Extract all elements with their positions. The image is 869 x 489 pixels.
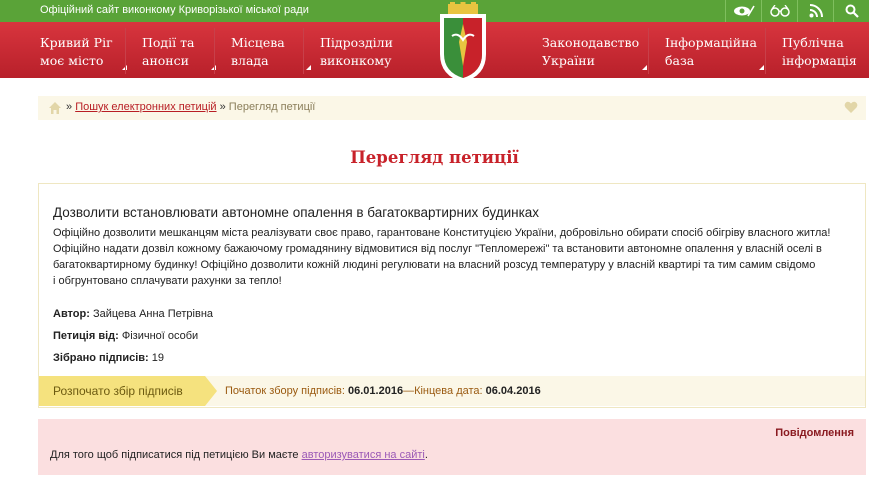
nav-label: Події та [142, 35, 195, 50]
status-badge: Розпочато збір підписів [39, 376, 217, 406]
petition-status-row: Розпочато збір підписів Початок збору пі… [39, 376, 865, 406]
start-date-label: Початок збору підписів: [225, 385, 345, 397]
end-date-value: 06.04.2016 [485, 385, 541, 397]
nav-item-legislation[interactable]: Законодавство України [542, 34, 648, 70]
breadcrumb-separator: » [66, 101, 73, 113]
nav-item-city[interactable]: Кривий Ріг моє місто [40, 34, 127, 70]
end-date-label: Кінцева дата: [414, 385, 483, 397]
petition-text-line: Офіційно надати дозвіл кожному бажаючому… [53, 243, 822, 255]
nav-corner-icon [305, 65, 311, 70]
nav-label: Місцева [231, 35, 285, 50]
nav-label: Законодавство [542, 35, 640, 50]
from-label: Петиція від: [53, 330, 119, 342]
petition-title: Дозволити встановлювати автономне опален… [53, 205, 540, 220]
heart-icon[interactable] [844, 101, 858, 114]
notice-box: Повідомлення Для того щоб підписатися пі… [38, 419, 866, 475]
nav-item-local-government[interactable]: Місцева влада [231, 34, 311, 70]
rss-icon[interactable] [797, 0, 833, 22]
nav-label: анонси [142, 53, 189, 68]
top-icons [725, 0, 869, 22]
nav-label: України [542, 53, 595, 68]
signatures-label: Зібрано підписів: [53, 352, 149, 364]
author-value: Зайцева Анна Петрівна [92, 308, 214, 320]
nav-label: влада [231, 53, 269, 68]
low-vision-icon[interactable] [725, 0, 761, 22]
petition-text: Офіційно дозволити мешканцям міста реалі… [53, 225, 843, 289]
login-link[interactable]: авторизуватися на сайті [302, 449, 425, 461]
nav-label: інформація [782, 53, 857, 68]
petition-signatures: Зібрано підписів: 19 [53, 352, 164, 364]
nav-label: Кривий Ріг [40, 35, 113, 50]
petition-text-line: і обгрунтовано сплачувати рахунки за теп… [53, 275, 282, 287]
petition-text-line: Офіційно дозволити мешканцям міста реалі… [53, 227, 831, 239]
glasses-icon[interactable] [761, 0, 797, 22]
breadcrumb: » Пошук електронних петицій » Перегляд п… [38, 96, 866, 120]
petition-card: Дозволити встановлювати автономне опален… [38, 183, 866, 408]
top-bar: Офіційний сайт виконкому Криворізької мі… [0, 0, 869, 22]
nav-item-info-base[interactable]: Інформаційна база [665, 34, 764, 70]
site-title[interactable]: Офіційний сайт виконкому Криворізької мі… [40, 4, 309, 16]
breadcrumb-link-petitions-search[interactable]: Пошук електронних петицій [75, 101, 216, 113]
nav-label: Публічна [782, 35, 844, 50]
dates-separator: — [403, 385, 415, 397]
nav-divider [765, 28, 766, 74]
from-value: Фізичної особи [121, 330, 199, 342]
petition-author: Автор: Зайцева Анна Петрівна [53, 308, 213, 320]
nav-corner-icon [758, 65, 764, 70]
petition-text-line: багатоквартирному будинку! Офіційно дозв… [53, 259, 816, 271]
nav-label: моє місто [40, 53, 104, 68]
petition-from: Петиція від: Фізичної особи [53, 330, 198, 342]
start-date-value: 06.01.2016 [348, 385, 404, 397]
nav-corner-icon [642, 65, 648, 70]
signatures-value: 19 [151, 352, 164, 364]
nav-divider [214, 28, 215, 74]
nav-item-divisions[interactable]: Підрозділи виконкому [320, 34, 393, 70]
search-icon[interactable] [833, 0, 869, 22]
nav-label: база [665, 53, 695, 68]
notice-text: Для того щоб підписатися під петицією Ви… [50, 449, 428, 461]
home-icon[interactable] [48, 101, 62, 115]
main-nav: Кривий Ріг моє місто Події та анонси Міс… [0, 22, 869, 78]
petition-dates: Початок збору підписів: 06.01.2016—Кінце… [225, 385, 541, 397]
page-title: Перегляд петиції [350, 148, 519, 167]
city-crest-logo[interactable] [436, 2, 490, 84]
nav-item-events[interactable]: Події та анонси [142, 34, 217, 70]
nav-label: Підрозділи [320, 35, 393, 50]
notice-title: Повідомлення [775, 427, 854, 439]
nav-label: Інформаційна [665, 35, 757, 50]
nav-item-public-info[interactable]: Публічна інформація [782, 34, 857, 70]
nav-divider [125, 28, 126, 74]
nav-label: виконкому [320, 53, 392, 68]
nav-divider [303, 28, 304, 74]
breadcrumb-separator: » [219, 101, 226, 113]
notice-period: . [424, 449, 428, 461]
nav-divider [648, 28, 649, 74]
notice-message: Для того щоб підписатися під петицією Ви… [50, 449, 299, 461]
breadcrumb-current: Перегляд петиції [228, 101, 316, 113]
author-label: Автор: [53, 308, 90, 320]
